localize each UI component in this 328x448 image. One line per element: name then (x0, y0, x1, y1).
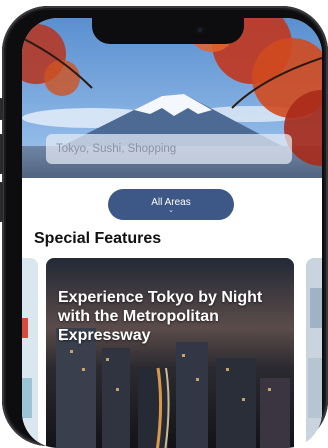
card-title: Experience Tokyo by Night with the Metro… (58, 289, 263, 344)
app-screen: All Areas ⌄ Special Features (22, 18, 322, 448)
area-selector-button[interactable]: All Areas ⌄ (108, 189, 234, 220)
side-button (0, 98, 3, 120)
search-input[interactable] (46, 134, 292, 164)
feature-card-next[interactable] (306, 258, 322, 448)
feature-card[interactable]: Experience Tokyo by Night with the Metro… (46, 258, 294, 448)
search-field[interactable] (46, 134, 292, 164)
section-title: Special Features (34, 230, 162, 247)
camera-icon (196, 26, 204, 34)
hero-banner (22, 18, 322, 218)
feature-card-prev[interactable] (22, 258, 38, 448)
notch (92, 18, 244, 44)
card-prev-image (22, 258, 38, 448)
area-selector-label: All Areas (151, 197, 191, 208)
chevron-down-icon: ⌄ (168, 207, 174, 214)
tokyo-night-image (46, 258, 294, 448)
card-next-image (306, 258, 322, 448)
volume-up-button (0, 134, 3, 174)
mount-fuji-image (22, 18, 322, 218)
volume-down-button (0, 182, 3, 222)
